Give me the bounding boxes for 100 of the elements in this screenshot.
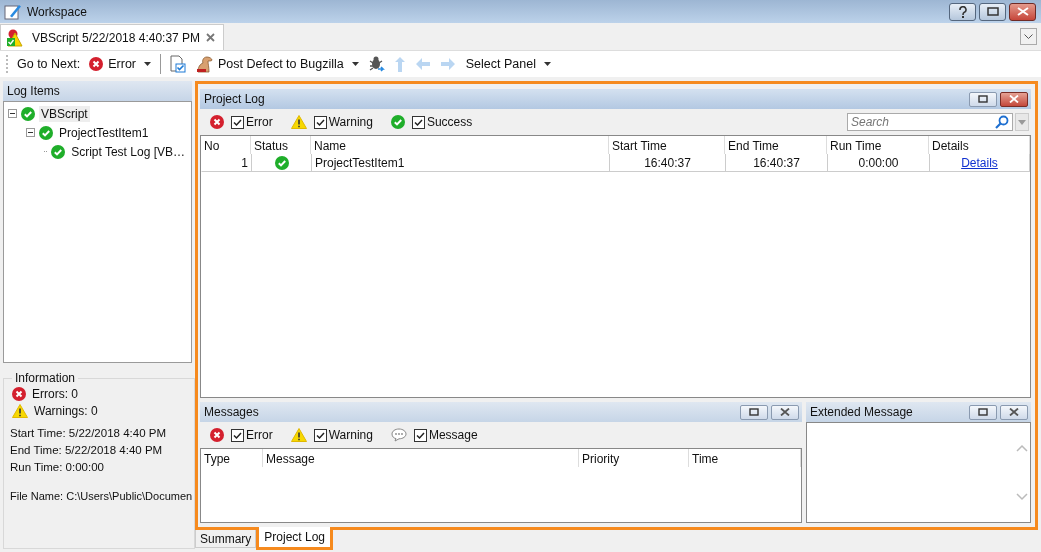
panel-title: Messages [204,405,259,419]
warning-icon [290,115,307,129]
filter-checkbox[interactable]: Error [231,115,273,129]
close-button[interactable] [1000,404,1028,420]
status-success-icon [39,125,53,140]
dropdown-button[interactable]: Post Defect to Bugzilla [193,55,361,73]
column-header[interactable]: Time [689,449,801,467]
tree-item[interactable]: Script Test Log [VB… [69,143,187,160]
restore-button[interactable] [969,91,997,107]
window-title: Workspace [27,4,87,19]
column-header[interactable]: Status [251,136,311,154]
column-header[interactable]: Start Time [609,136,725,154]
status-success-icon [51,144,66,159]
details-link[interactable]: Details [961,155,998,170]
status-success-icon [274,155,289,170]
tree-item[interactable]: ProjectTestItem1 [57,124,151,141]
restore-button[interactable] [979,2,1006,21]
warning-icon [12,403,28,418]
restore-button[interactable] [969,404,997,420]
column-header[interactable]: Priority [579,449,689,467]
close-icon [780,408,790,416]
table-cell: 0:00:00 [828,154,930,171]
close-button[interactable] [1000,91,1028,107]
filter-checkbox[interactable]: Warning [313,115,373,129]
start-time-text: Start Time: 5/22/2018 4:40 PM [10,426,167,441]
tree-item[interactable]: VBScript [39,105,90,122]
file-name-text: File Name: C:\Users\Public\Documen [10,489,193,504]
table-cell: 16:40:37 [726,154,828,171]
column-header[interactable]: End Time [725,136,827,154]
caret-icon [1018,119,1026,125]
run-time-text: Run Time: 0:00:00 [10,460,105,475]
tab-list-button[interactable] [1020,28,1037,45]
checkbox[interactable] [413,428,427,442]
success-icon [390,115,405,129]
column-header[interactable]: Run Time [827,136,929,154]
column-header[interactable]: Message [263,449,579,467]
warnings-count: Warnings: 0 [34,403,98,418]
minus-icon [27,129,34,136]
panel-title: Project Log [204,92,265,106]
report-check-icon[interactable] [168,55,186,73]
errors-count: Errors: 0 [32,386,78,401]
minus-icon [9,110,16,117]
close-icon [1009,408,1019,416]
restore-icon [978,408,988,416]
filter-checkbox[interactable]: Message [413,428,478,442]
checkbox[interactable] [231,115,244,129]
error-icon [210,428,224,442]
restore-icon [749,408,759,416]
error-icon [89,57,104,71]
caret-icon [543,62,551,66]
collapse-toggle[interactable] [8,109,17,118]
speech-bubble-icon [390,428,407,442]
column-header[interactable]: No [201,136,251,154]
notepad-icon [4,3,22,20]
status-success-icon [21,106,35,121]
go-to-next-label: Go to Next: [17,57,81,71]
chevron-down-icon [1024,34,1033,39]
search-icon[interactable] [995,115,1009,129]
column-header[interactable]: Type [201,449,263,467]
end-time-text: End Time: 5/22/2018 4:40 PM [10,443,164,458]
help-button[interactable] [949,2,976,21]
filter-checkbox[interactable]: Error [231,428,273,442]
table-cell: 1 [202,154,252,171]
warning-icon [290,428,307,442]
close-icon [1016,7,1029,16]
document-tab[interactable]: VBScript 5/22/2018 4:40:37 PM [0,24,225,50]
panel-title: Extended Message [810,405,913,419]
column-header[interactable]: Details [929,136,1030,154]
search-field[interactable]: Search [847,113,1013,131]
panel-tab[interactable]: Summary [195,530,257,548]
close-button[interactable] [1009,2,1036,21]
error-icon [210,115,224,129]
panel-tab[interactable]: Project Log [256,527,334,550]
select-panel-menu[interactable]: Select Panel [463,57,553,71]
checkbox[interactable] [313,115,327,129]
close-button[interactable] [771,404,799,420]
collapse-toggle[interactable] [26,128,35,137]
checkbox[interactable] [411,115,425,129]
group-title: Information [14,371,77,385]
checkbox[interactable] [231,428,244,442]
table-cell: 16:40:37 [610,154,726,171]
restore-icon [978,95,988,103]
bug-icon[interactable] [367,55,386,73]
error-icon [12,386,26,401]
caret-icon [351,62,359,66]
filter-checkbox[interactable]: Warning [313,428,373,442]
restore-icon [986,7,999,16]
column-header[interactable]: Name [311,136,609,154]
help-icon [957,5,968,18]
close-icon[interactable] [206,33,216,42]
checkbox[interactable] [313,428,327,442]
close-icon [1009,95,1019,103]
status-mixed-icon [6,28,26,47]
panel-title: Log Items [7,84,60,98]
dropdown-button[interactable]: Error [87,57,153,71]
table-cell: ProjectTestItem1 [312,154,610,171]
restore-button[interactable] [740,404,768,420]
dinosaur-icon [195,55,213,73]
filter-checkbox[interactable]: Success [411,115,473,129]
caret-icon [144,62,151,66]
